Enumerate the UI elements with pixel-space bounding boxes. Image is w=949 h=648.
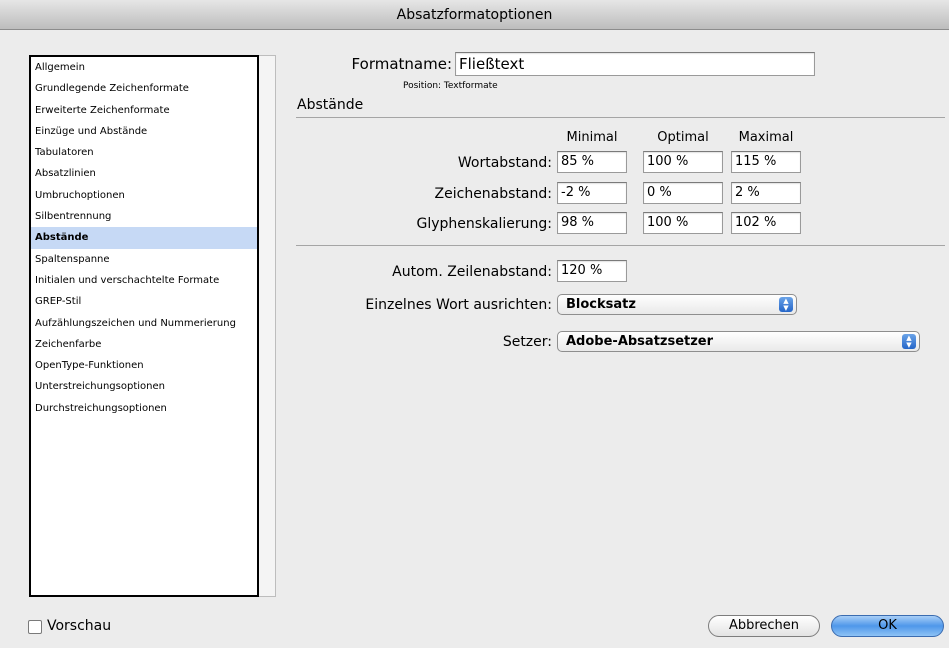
cancel-button[interactable]: Abbrechen [708, 615, 820, 637]
letter-spacing-max-input[interactable]: 2 % [731, 182, 801, 204]
sidebar-item-durchstreichungsoptionen[interactable]: Durchstreichungsoptionen [31, 398, 257, 419]
header-maximal: Maximal [738, 130, 794, 145]
auto-leading-input[interactable]: 120 % [557, 260, 627, 282]
word-spacing-opt-input[interactable]: 100 % [643, 151, 723, 173]
word-spacing-max-input[interactable]: 115 % [731, 151, 801, 173]
sidebar-item-spaltenspanne[interactable]: Spaltenspanne [31, 249, 257, 270]
sidebar-item-grep-stil[interactable]: GREP-Stil [31, 291, 257, 312]
letter-spacing-min-input[interactable]: -2 % [557, 182, 627, 204]
single-word-label: Einzelnes Wort ausrichten: [365, 297, 552, 313]
glyph-scaling-min-input[interactable]: 98 % [557, 212, 627, 234]
sidebar-item-aufzaehlungszeichen[interactable]: Aufzählungszeichen und Nummerierung [31, 313, 257, 334]
word-spacing-label: Wortabstand: [457, 155, 552, 171]
glyph-scaling-label: Glyphenskalierung: [416, 216, 552, 232]
sidebar-item-grundlegende-zeichenformate[interactable]: Grundlegende Zeichenformate [31, 78, 257, 99]
select-arrows-icon: ▲ ▼ [902, 334, 916, 349]
sidebar-item-opentype-funktionen[interactable]: OpenType-Funktionen [31, 355, 257, 376]
select-arrows-icon: ▲ ▼ [779, 297, 793, 312]
sidebar-item-abstaende[interactable]: Abstände [31, 227, 257, 249]
window-title: Absatzformatoptionen [0, 0, 949, 30]
sidebar-item-absatzlinien[interactable]: Absatzlinien [31, 163, 257, 184]
category-list: Allgemein Grundlegende Zeichenformate Er… [29, 55, 259, 597]
glyph-scaling-max-input[interactable]: 102 % [731, 212, 801, 234]
preview-checkbox[interactable] [28, 620, 42, 634]
format-name-input[interactable]: Fließtext [455, 52, 815, 76]
section-title: Abstände [297, 97, 364, 113]
format-name-label: Formatname: [351, 55, 452, 73]
sidebar-item-erweiterte-zeichenformate[interactable]: Erweiterte Zeichenformate [31, 100, 257, 121]
sidebar-item-einzuege-und-abstaende[interactable]: Einzüge und Abstände [31, 121, 257, 142]
composer-select[interactable]: Adobe-Absatzsetzer ▲ ▼ [557, 331, 920, 352]
ok-button[interactable]: OK [831, 615, 944, 637]
word-spacing-min-input[interactable]: 85 % [557, 151, 627, 173]
header-optimal: Optimal [657, 130, 709, 145]
single-word-select[interactable]: Blocksatz ▲ ▼ [557, 294, 797, 315]
sidebar-item-silbentrennung[interactable]: Silbentrennung [31, 206, 257, 227]
section-divider [296, 117, 945, 118]
composer-value: Adobe-Absatzsetzer [566, 334, 714, 349]
sidebar-item-zeichenfarbe[interactable]: Zeichenfarbe [31, 334, 257, 355]
position-text: Position: Textformate [403, 81, 498, 91]
preview-label: Vorschau [47, 618, 112, 634]
composer-label: Setzer: [502, 334, 552, 350]
sidebar-item-initialen[interactable]: Initialen und verschachtelte Formate [31, 270, 257, 291]
sidebar-item-tabulatoren[interactable]: Tabulatoren [31, 142, 257, 163]
letter-spacing-label: Zeichenabstand: [434, 186, 552, 202]
spacing-divider [296, 245, 945, 246]
glyph-scaling-opt-input[interactable]: 100 % [643, 212, 723, 234]
auto-leading-label: Autom. Zeilenabstand: [392, 264, 552, 280]
sidebar-item-unterstreichungsoptionen[interactable]: Unterstreichungsoptionen [31, 376, 257, 397]
header-minimal: Minimal [566, 130, 618, 145]
letter-spacing-opt-input[interactable]: 0 % [643, 182, 723, 204]
single-word-value: Blocksatz [566, 297, 636, 312]
sidebar-item-allgemein[interactable]: Allgemein [31, 57, 257, 78]
sidebar-item-umbruchoptionen[interactable]: Umbruchoptionen [31, 185, 257, 206]
sidebar-scrollbar[interactable] [259, 55, 276, 597]
